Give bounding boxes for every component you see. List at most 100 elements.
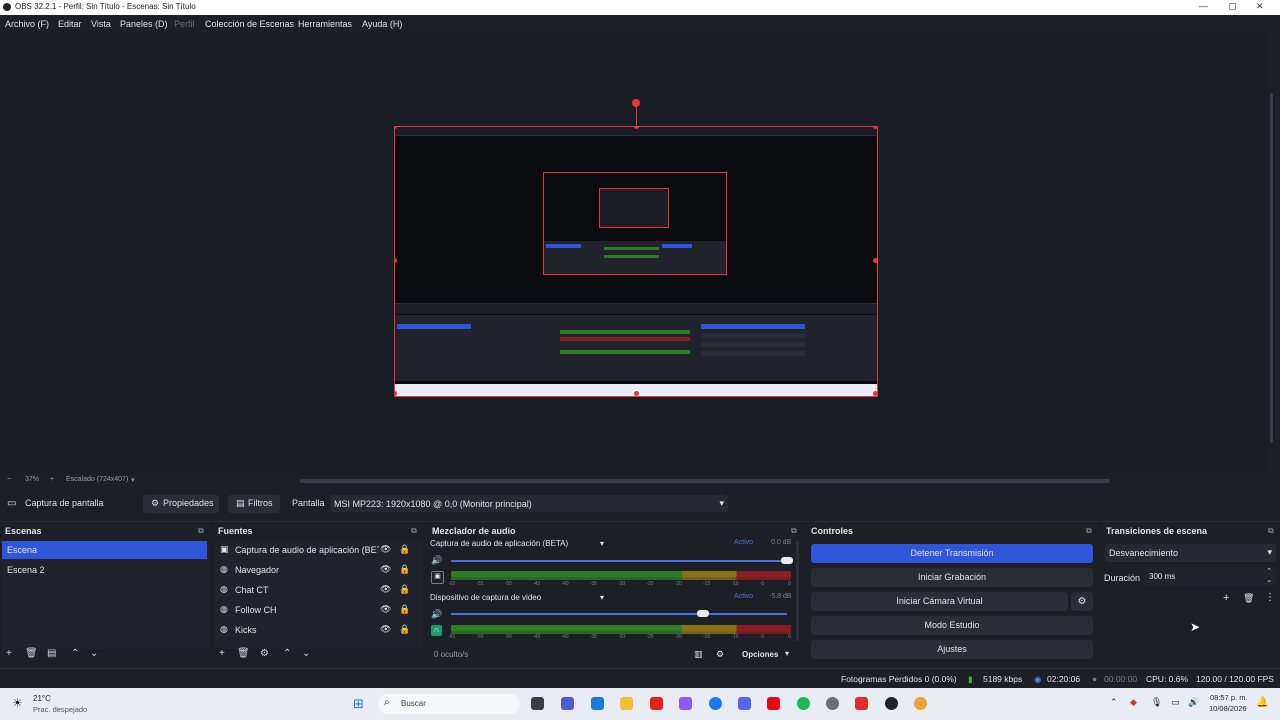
- monitor-audio-icon[interactable]: ▣: [431, 571, 444, 584]
- move-up-icon[interactable]: ⌃: [71, 648, 79, 659]
- scene-filter-icon[interactable]: ▤: [47, 648, 56, 659]
- add-transition-icon[interactable]: +: [1223, 592, 1229, 604]
- obs-taskbar-icon[interactable]: [885, 697, 898, 710]
- source-item[interactable]: ◍ Kicks 👁 🔒: [215, 621, 421, 639]
- minimize-icon[interactable]: —: [1199, 1, 1208, 11]
- speaker-icon[interactable]: 🔊: [431, 609, 442, 620]
- source-item[interactable]: ◍ Chat CT 👁 🔒: [215, 581, 421, 599]
- scene-item[interactable]: Escena 2: [2, 561, 207, 579]
- preview-canvas-source[interactable]: [394, 126, 878, 397]
- more-options-icon[interactable]: ⋮: [1265, 592, 1275, 603]
- tray-app-icon[interactable]: ◆: [1130, 697, 1137, 708]
- menu-vista[interactable]: Vista: [91, 19, 111, 29]
- lock-icon[interactable]: 🔒: [399, 604, 410, 615]
- youtube-icon[interactable]: [650, 697, 663, 710]
- clock-date[interactable]: 10/08/2026: [1209, 704, 1247, 713]
- transition-select[interactable]: Desvanecimiento ▾: [1105, 544, 1276, 562]
- undock-icon[interactable]: ⧉: [1086, 526, 1092, 536]
- menu-ayuda[interactable]: Ayuda (H): [362, 19, 402, 29]
- spin-down-icon[interactable]: ⌄: [1266, 576, 1272, 584]
- netflix-icon[interactable]: [767, 697, 780, 710]
- menu-perfil[interactable]: Perfil: [174, 19, 195, 29]
- lock-icon[interactable]: 🔒: [399, 544, 410, 555]
- menu-herramientas[interactable]: Herramientas: [298, 19, 352, 29]
- maximize-icon[interactable]: ▢: [1228, 1, 1237, 12]
- volume-knob[interactable]: [697, 610, 709, 617]
- move-up-icon[interactable]: ⌃: [283, 648, 291, 659]
- source-item[interactable]: ◍ Follow CH 👁 🔒: [215, 601, 421, 619]
- start-recording-button[interactable]: Iniciar Grabación: [811, 568, 1093, 587]
- menu-editar[interactable]: Editar: [58, 19, 82, 29]
- eye-icon[interactable]: 👁: [380, 564, 391, 575]
- move-down-icon[interactable]: ⌄: [302, 648, 310, 659]
- task-view-icon[interactable]: [531, 697, 544, 710]
- volume-icon[interactable]: 🔊: [1188, 697, 1199, 708]
- lock-icon[interactable]: 🔒: [399, 584, 410, 595]
- gear-icon[interactable]: ⚙: [260, 648, 269, 659]
- undock-icon[interactable]: ⧉: [1268, 526, 1274, 536]
- lock-icon[interactable]: 🔒: [399, 564, 410, 575]
- add-scene-icon[interactable]: +: [6, 648, 12, 659]
- undock-icon[interactable]: ⧉: [791, 526, 797, 536]
- spin-up-icon[interactable]: ⌃: [1266, 567, 1272, 575]
- menu-paneles[interactable]: Paneles (D): [120, 19, 168, 29]
- start-virtual-camera-button[interactable]: Iniciar Cámara Virtual: [811, 592, 1068, 611]
- menu-archivo[interactable]: Archivo (F): [5, 19, 49, 29]
- settings-gear-icon[interactable]: [826, 697, 839, 710]
- eye-icon[interactable]: 👁: [380, 544, 391, 555]
- copilot-icon[interactable]: [679, 697, 692, 710]
- vertical-layout-icon[interactable]: ▥: [694, 649, 703, 660]
- notification-bell-icon[interactable]: 🔔: [1256, 697, 1268, 708]
- undock-icon[interactable]: ⧉: [198, 526, 204, 536]
- tray-overflow-icon[interactable]: ⌃: [1110, 697, 1118, 708]
- zoom-in-icon[interactable]: +: [50, 476, 54, 483]
- eye-icon[interactable]: 👁: [380, 624, 391, 635]
- add-source-icon[interactable]: +: [219, 648, 225, 659]
- display-select[interactable]: MSI MP223: 1920x1080 @ 0,0 (Monitor prin…: [330, 495, 728, 512]
- duration-spinbox[interactable]: 300 ms ⌃ ⌄: [1144, 568, 1276, 586]
- spotify-icon[interactable]: [797, 697, 810, 710]
- chrome-icon[interactable]: [914, 697, 927, 710]
- text-app-icon[interactable]: [855, 697, 868, 710]
- mixer-scrollbar[interactable]: [796, 541, 799, 641]
- scene-item[interactable]: Escena: [2, 541, 207, 559]
- headphones-icon[interactable]: ∩: [431, 625, 442, 636]
- zoom-out-icon[interactable]: −: [7, 476, 11, 483]
- volume-knob[interactable]: [781, 557, 793, 564]
- eye-icon[interactable]: 👁: [380, 584, 391, 595]
- teams-icon[interactable]: [561, 697, 574, 710]
- lock-icon[interactable]: 🔒: [399, 624, 410, 635]
- volume-slider[interactable]: [451, 560, 787, 562]
- stop-stream-button[interactable]: Detener Transmisión: [811, 544, 1093, 563]
- source-item[interactable]: ▣ Captura de audio de aplicación (BET 👁 …: [215, 541, 421, 559]
- channel-menu-icon[interactable]: ▾: [600, 539, 604, 548]
- undock-icon[interactable]: ⧉: [411, 526, 417, 536]
- source-item[interactable]: ◍ Navegador 👁 🔒: [215, 561, 421, 579]
- speaker-icon[interactable]: 🔊: [431, 555, 442, 566]
- scale-dropdown-icon[interactable]: ▾: [131, 476, 135, 484]
- microphone-icon[interactable]: 🎙: [1151, 697, 1162, 708]
- trash-icon[interactable]: 🗑: [237, 648, 250, 659]
- menu-coleccion-escenas[interactable]: Colección de Escenas: [205, 19, 294, 29]
- rotation-handle[interactable]: [632, 99, 640, 107]
- facebook-icon[interactable]: [709, 697, 722, 710]
- volume-slider[interactable]: [451, 613, 787, 615]
- advanced-audio-icon[interactable]: ⚙: [716, 649, 724, 660]
- move-down-icon[interactable]: ⌄: [90, 648, 98, 659]
- network-icon[interactable]: ▭: [1171, 697, 1180, 708]
- search-box[interactable]: ⌕ Buscar: [378, 694, 520, 714]
- start-windows-icon[interactable]: ⊞: [353, 696, 364, 712]
- options-button[interactable]: Opciones: [742, 650, 778, 659]
- trash-icon[interactable]: 🗑: [25, 648, 38, 659]
- close-icon[interactable]: ✕: [1256, 1, 1264, 12]
- studio-mode-button[interactable]: Modo Estudio: [811, 616, 1093, 635]
- clock-time[interactable]: 08:57 p. m.: [1210, 693, 1248, 702]
- preview-horizontal-scrollbar[interactable]: [300, 479, 1110, 483]
- store-icon[interactable]: [591, 697, 604, 710]
- eye-icon[interactable]: 👁: [380, 604, 391, 615]
- virtual-camera-settings-gear-icon[interactable]: ⚙: [1071, 592, 1093, 611]
- channel-menu-icon[interactable]: ▾: [600, 593, 604, 602]
- preview-vertical-scrollbar[interactable]: [1268, 33, 1280, 474]
- file-explorer-icon[interactable]: [620, 697, 633, 710]
- settings-button[interactable]: Ajustes: [811, 640, 1093, 659]
